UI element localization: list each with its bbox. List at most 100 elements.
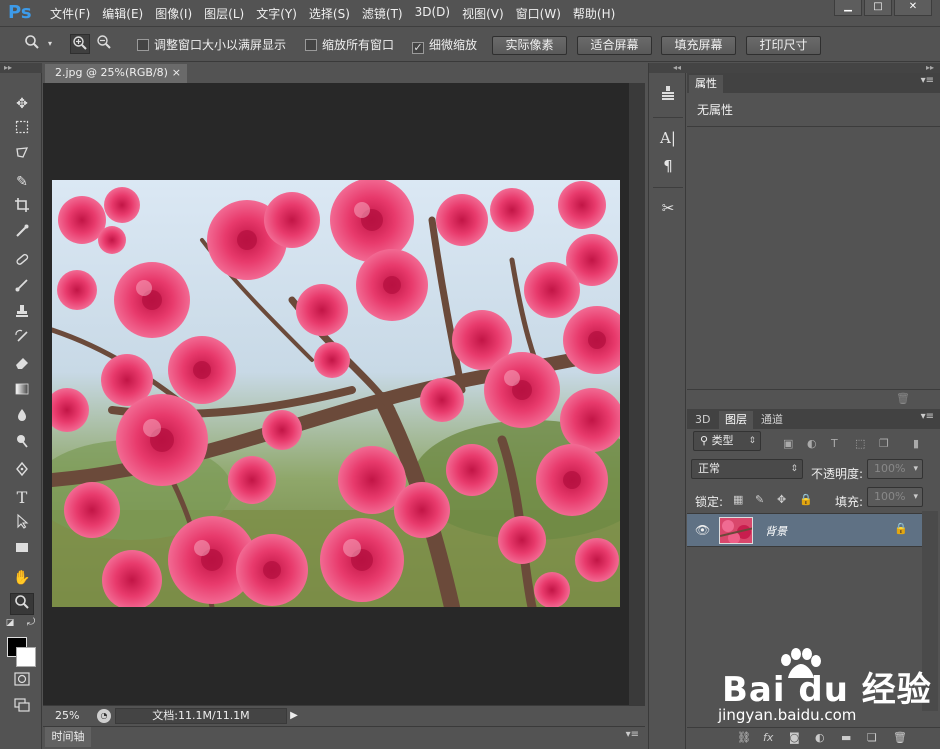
layers-menu-icon[interactable]: ▾≡ xyxy=(921,411,934,422)
panels-collapse-icon[interactable]: ▸▸ xyxy=(687,63,940,73)
preset-dropdown-icon[interactable]: ▾ xyxy=(44,34,56,54)
lock-all-icon[interactable]: 🔒 xyxy=(799,493,813,506)
lock-pixels-icon[interactable]: ✎ xyxy=(755,493,764,506)
menu-view[interactable]: 视图(V) xyxy=(456,5,510,22)
layer-row[interactable]: 👁 背景 🔒 xyxy=(687,513,922,547)
canvas-area[interactable] xyxy=(43,83,629,705)
blur-tool-icon[interactable] xyxy=(10,407,34,429)
lasso-tool-icon[interactable] xyxy=(10,145,34,167)
filter-adjustment-icon[interactable]: ◐ xyxy=(807,437,817,450)
pen-tool-icon[interactable] xyxy=(10,461,34,483)
zoom-out-icon[interactable] xyxy=(94,34,114,54)
filter-toggle-icon[interactable]: ▮ xyxy=(913,437,919,450)
tab-layers[interactable]: 图层 xyxy=(719,411,753,429)
type-tool-icon[interactable]: T xyxy=(10,487,34,509)
zoom-tool-preset-icon[interactable] xyxy=(22,34,42,54)
document-image[interactable] xyxy=(52,180,620,607)
zoom-tool-icon[interactable] xyxy=(10,593,34,615)
link-layers-icon[interactable]: ⛓ xyxy=(737,731,751,744)
gradient-tool-icon[interactable] xyxy=(10,381,34,403)
background-color-swatch[interactable] xyxy=(16,647,36,667)
filter-smart-object-icon[interactable]: ❐ xyxy=(879,437,889,450)
opacity-field[interactable]: 100% ▾ xyxy=(867,459,923,479)
maximize-button[interactable]: □ xyxy=(864,0,892,16)
swap-colors-icon[interactable]: ⤾ xyxy=(24,617,38,629)
minimize-button[interactable]: ▁ xyxy=(834,0,862,16)
menu-type[interactable]: 文字(Y) xyxy=(250,5,303,22)
lock-position-icon[interactable]: ✥ xyxy=(777,493,786,506)
blend-mode-dropdown[interactable]: 正常 ⇕ xyxy=(691,459,803,479)
paragraph-panel-icon[interactable]: ¶ xyxy=(656,155,680,177)
layer-name[interactable]: 背景 xyxy=(765,523,787,539)
dodge-tool-icon[interactable] xyxy=(10,433,34,455)
canvas-vertical-scrollbar[interactable] xyxy=(629,83,645,705)
resize-window-checkbox[interactable] xyxy=(137,39,149,51)
fill-screen-button[interactable]: 填充屏幕 xyxy=(661,36,736,55)
properties-delete-icon[interactable]: 🗑 xyxy=(896,392,910,405)
scrubby-zoom-option[interactable]: ✓ 细微缩放 xyxy=(412,36,477,54)
status-info-icon[interactable]: ◔ xyxy=(97,709,111,723)
filter-type-icon[interactable]: T xyxy=(831,437,838,450)
tool-presets-icon[interactable]: ✂ xyxy=(656,197,680,219)
quick-mask-icon[interactable] xyxy=(10,671,34,693)
menu-file[interactable]: 文件(F) xyxy=(44,5,96,22)
menu-window[interactable]: 窗口(W) xyxy=(510,5,567,22)
menu-select[interactable]: 选择(S) xyxy=(303,5,356,22)
menu-edit[interactable]: 编辑(E) xyxy=(96,5,149,22)
menu-3d[interactable]: 3D(D) xyxy=(409,5,456,22)
zoom-level[interactable]: 25% xyxy=(55,709,79,722)
character-panel-icon[interactable]: A| xyxy=(656,127,680,149)
clone-stamp-tool-icon[interactable] xyxy=(10,303,34,325)
tools-collapse-icon[interactable]: ▸▸ xyxy=(0,63,42,73)
fill-field[interactable]: 100% ▾ xyxy=(867,487,923,507)
properties-menu-icon[interactable]: ▾≡ xyxy=(921,75,934,86)
move-tool-icon[interactable]: ✥ xyxy=(10,93,34,115)
delete-layer-icon[interactable]: 🗑 xyxy=(893,731,907,744)
resize-window-option[interactable]: 调整窗口大小以满屏显示 xyxy=(137,36,286,53)
zoom-in-icon[interactable] xyxy=(70,34,90,54)
close-tab-icon[interactable]: × xyxy=(172,64,181,82)
layer-style-icon[interactable]: fx xyxy=(763,731,773,744)
menu-image[interactable]: 图像(I) xyxy=(149,5,198,22)
eraser-tool-icon[interactable] xyxy=(10,355,34,377)
path-selection-tool-icon[interactable] xyxy=(10,513,34,535)
menu-help[interactable]: 帮助(H) xyxy=(567,5,621,22)
document-tab[interactable]: 2.jpg @ 25%(RGB/8) × xyxy=(45,64,187,83)
print-size-button[interactable]: 打印尺寸 xyxy=(746,36,821,55)
eyedropper-tool-icon[interactable] xyxy=(10,223,34,245)
fit-screen-button[interactable]: 适合屏幕 xyxy=(577,36,652,55)
hand-tool-icon[interactable]: ✋ xyxy=(10,567,34,589)
menu-layer[interactable]: 图层(L) xyxy=(198,5,250,22)
layer-filter-dropdown[interactable]: ⚲ 类型 ⇕ xyxy=(693,431,761,451)
new-group-icon[interactable]: ▬ xyxy=(841,731,851,744)
lock-transparent-icon[interactable]: ▦ xyxy=(733,493,743,506)
screen-mode-icon[interactable] xyxy=(10,697,34,719)
zoom-all-windows-option[interactable]: 缩放所有窗口 xyxy=(305,36,394,53)
history-brush-tool-icon[interactable] xyxy=(10,329,34,351)
adjustment-layer-icon[interactable]: ◐ xyxy=(815,731,825,744)
healing-brush-tool-icon[interactable] xyxy=(10,251,34,273)
filter-shape-icon[interactable]: ⬚ xyxy=(855,437,865,450)
status-menu-arrow-icon[interactable]: ▶ xyxy=(287,708,301,724)
tab-3d[interactable]: 3D xyxy=(689,411,716,429)
zoom-all-windows-checkbox[interactable] xyxy=(305,39,317,51)
quick-selection-tool-icon[interactable]: ✎ xyxy=(10,171,34,193)
dock-collapse-icon[interactable]: ◂◂ xyxy=(649,63,687,73)
scrubby-zoom-checkbox[interactable]: ✓ xyxy=(412,42,424,54)
tab-properties[interactable]: 属性 xyxy=(689,75,723,93)
add-mask-icon[interactable]: ◙ xyxy=(789,731,800,744)
timeline-menu-icon[interactable]: ▾≡ xyxy=(626,729,639,740)
menu-filter[interactable]: 滤镜(T) xyxy=(356,5,409,22)
history-panel-icon[interactable] xyxy=(656,85,680,107)
marquee-tool-icon[interactable] xyxy=(10,119,34,141)
brush-tool-icon[interactable] xyxy=(10,277,34,299)
crop-tool-icon[interactable] xyxy=(10,197,34,219)
new-layer-icon[interactable]: ❏ xyxy=(867,731,877,744)
layer-visibility-eye-icon[interactable]: 👁 xyxy=(695,523,710,537)
filter-pixel-icon[interactable]: ▣ xyxy=(783,437,793,450)
tab-channels[interactable]: 通道 xyxy=(755,411,789,429)
timeline-tab[interactable]: 时间轴 xyxy=(45,727,91,747)
actual-pixels-button[interactable]: 实际像素 xyxy=(492,36,567,55)
rectangle-tool-icon[interactable] xyxy=(10,539,34,561)
default-colors-icon[interactable]: ◪ xyxy=(3,617,17,629)
